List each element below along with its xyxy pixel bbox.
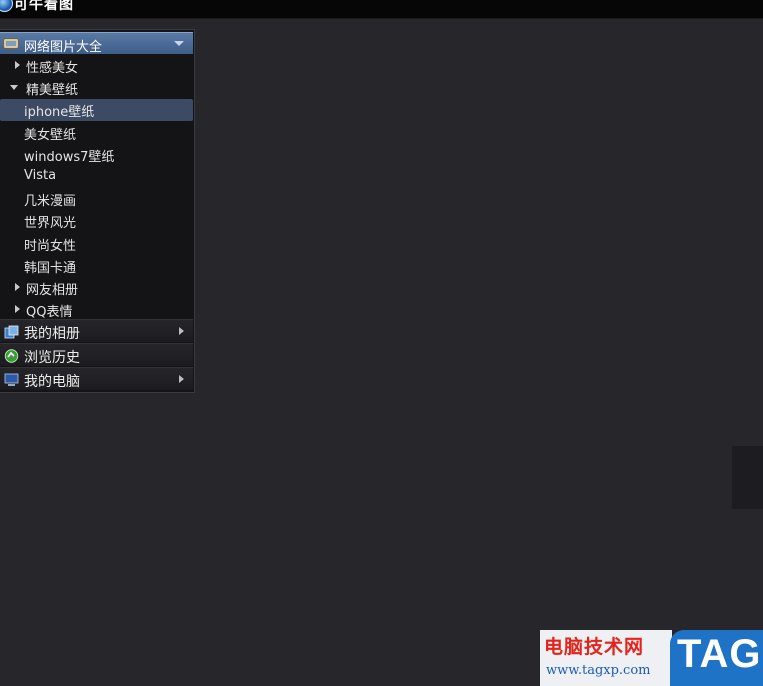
computer-icon [4,372,19,386]
tree-item-jimmy-comics[interactable]: 几米漫画 [0,188,193,210]
tree-item-user-albums[interactable]: 网友相册 [0,277,193,299]
tree-item-sexy-beauty[interactable]: 性感美女 [0,55,193,77]
tree-item-vista[interactable]: Vista [0,166,193,188]
side-panel-handle[interactable] [732,446,763,509]
tree-item-label: 韩国卡通 [24,260,77,276]
group-header-online-pictures[interactable]: 网络图片大全 [0,32,193,55]
nav-label: 浏览历史 [24,350,80,366]
tree-item-label: 性感美女 [26,61,79,76]
tree-item-iphone-wallpaper[interactable]: iphone壁纸 [0,99,193,122]
watermark: 电脑技术网 www.tagxp.com TAG [540,630,763,686]
tree-item-beauty-wallpaper[interactable]: 美女壁纸 [0,122,193,144]
tree-item-windows7-wallpaper[interactable]: windows7壁纸 [0,144,193,166]
collapsed-arrow-icon[interactable] [15,305,20,314]
title-bar: 可牛看图 [0,0,763,19]
dropdown-arrow-icon[interactable] [174,41,184,46]
nav-label: 我的相册 [24,326,80,342]
tree-item-label: Vista [24,168,57,183]
picture-folder-icon [3,38,19,49]
tree-item-label: 美女壁纸 [24,127,77,143]
app-title: 可牛看图 [14,0,74,13]
nav-label: 我的电脑 [24,374,80,390]
tree-item-label: 世界风光 [24,216,77,232]
tree-item-label: QQ表情 [26,305,73,321]
collapsed-arrow-icon[interactable] [15,61,20,69]
tree-item-label: 时尚女性 [24,238,77,254]
submenu-arrow-icon[interactable] [179,327,184,335]
watermark-site-name: 电脑技术网 [544,636,645,658]
submenu-arrow-icon[interactable] [179,375,184,383]
album-icon [4,324,19,339]
watermark-tag-badge: TAG [670,630,763,686]
nav-browse-history[interactable]: 浏览历史 [0,343,193,366]
tree-item-wallpapers[interactable]: 精美壁纸 [0,77,193,99]
tree-item-label: iphone壁纸 [24,105,95,121]
nav-my-albums[interactable]: 我的相册 [0,319,193,342]
tree-item-label: 网友相册 [26,283,79,298]
tree-item-fashion-women[interactable]: 时尚女性 [0,233,193,255]
app-logo-icon [0,0,13,12]
tree-item-label: windows7壁纸 [24,149,115,165]
tree-item-korean-cartoon[interactable]: 韩国卡通 [0,255,193,277]
collapsed-arrow-icon[interactable] [15,283,20,291]
tree-item-label: 几米漫画 [24,194,77,210]
tree-item-label: 精美壁纸 [26,83,79,99]
nav-my-computer[interactable]: 我的电脑 [0,367,193,390]
tree-item-qq-emoticons[interactable]: QQ表情 [0,299,193,321]
group-header-label: 网络图片大全 [24,40,103,55]
watermark-url: www.tagxp.com [546,663,651,678]
tree-item-world-scenery[interactable]: 世界风光 [0,210,193,232]
watermark-tag-text: TAG [677,632,762,676]
expanded-arrow-icon[interactable] [10,85,18,91]
history-icon [4,348,19,363]
sidebar-panel: 网络图片大全 性感美女精美壁纸 iphone壁纸 美女壁纸 windows7壁纸 Vis… [0,29,195,393]
